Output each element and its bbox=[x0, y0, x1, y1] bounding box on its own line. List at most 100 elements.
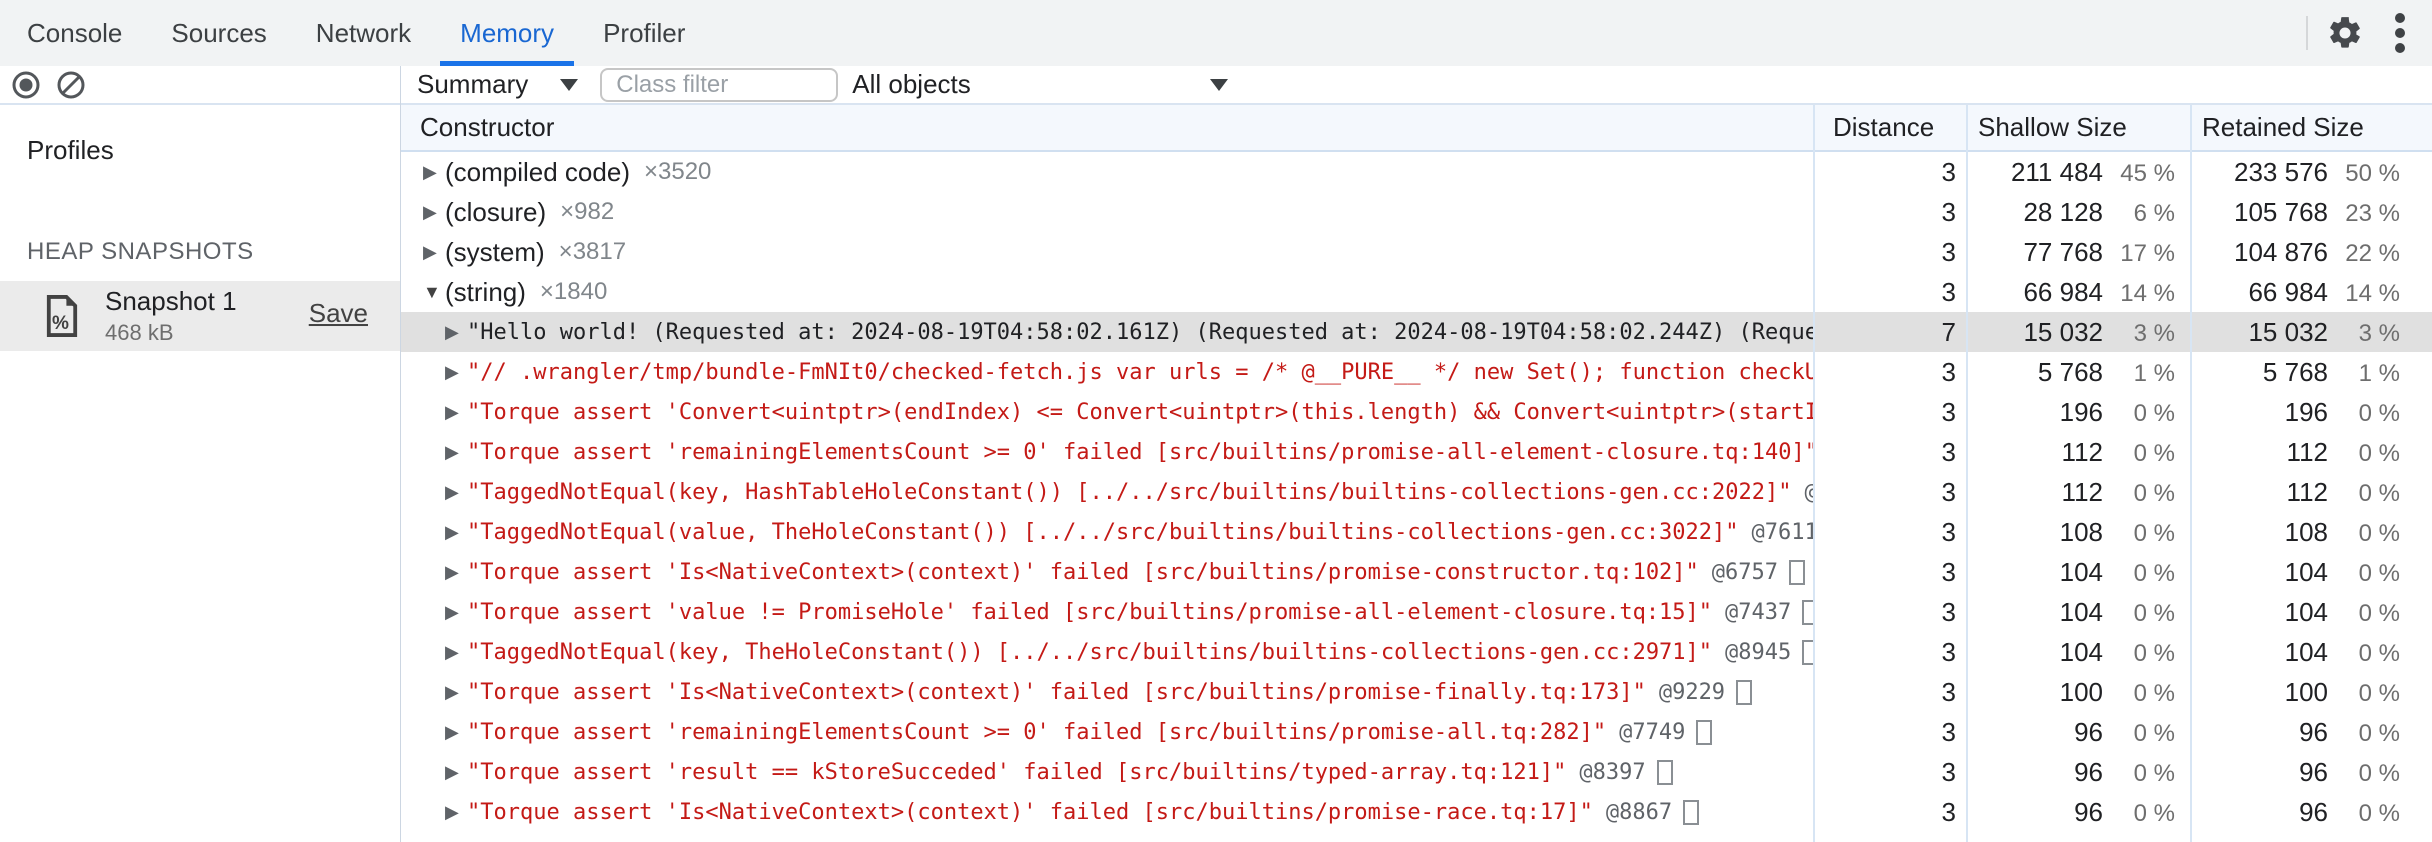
expand-triangle-icon[interactable]: ▶ bbox=[423, 163, 445, 181]
column-header-distance[interactable]: Distance bbox=[1813, 112, 1966, 143]
shallow-size-value: 211 484 bbox=[2010, 156, 2103, 187]
shallow-size-percent: 0 % bbox=[2133, 439, 2175, 467]
column-header-retained-size[interactable]: Retained Size bbox=[2190, 112, 2432, 143]
expand-triangle-icon[interactable]: ▶ bbox=[445, 323, 467, 341]
shallow-size-cell: 104 0 % bbox=[1966, 557, 2190, 588]
shallow-size-cell: 96 0 % bbox=[1966, 717, 2190, 748]
shallow-size-value: 96 bbox=[2074, 716, 2103, 747]
tab-sources[interactable]: Sources bbox=[149, 0, 288, 66]
shallow-size-value: 66 984 bbox=[2023, 276, 2103, 307]
expand-triangle-icon[interactable]: ▶ bbox=[423, 243, 445, 261]
retained-size-value: 104 bbox=[2284, 556, 2328, 587]
table-row[interactable]: ▶ "TaggedNotEqual(key, HashTableHoleConst… bbox=[401, 472, 2432, 512]
expand-triangle-icon[interactable]: ▶ bbox=[445, 603, 467, 621]
expand-triangle-icon[interactable]: ▶ bbox=[445, 723, 467, 741]
table-row[interactable]: ▼ (string) ×1840 3 66 984 14 % 66 984 14 % bbox=[401, 272, 2432, 312]
object-id: @7749 bbox=[1619, 719, 1686, 745]
settings-gear-icon[interactable] bbox=[2326, 14, 2364, 52]
tab-console[interactable]: Console bbox=[5, 0, 144, 66]
expand-triangle-icon[interactable]: ▶ bbox=[445, 403, 467, 421]
expand-triangle-icon[interactable]: ▶ bbox=[445, 523, 467, 541]
constructor-cell: ▶ "TaggedNotEqual(key, TheHoleConstant())… bbox=[401, 639, 1813, 665]
expand-triangle-icon[interactable]: ▶ bbox=[445, 483, 467, 501]
expand-triangle-icon[interactable]: ▶ bbox=[445, 643, 467, 661]
shallow-size-percent: 0 % bbox=[2133, 759, 2175, 787]
string-value: "TaggedNotEqual(key, TheHoleConstant()) … bbox=[467, 639, 1713, 665]
table-row[interactable]: ▶ "Hello world! (Requested at: 2024-08-19… bbox=[401, 312, 2432, 352]
shallow-size-cell: 77 768 17 % bbox=[1966, 237, 2190, 268]
missing-glyph-box bbox=[1696, 719, 1713, 745]
devtools-tabbar: Console Sources Network Memory Profiler bbox=[0, 0, 2432, 66]
table-row[interactable]: ▶ (compiled code) ×3520 3 211 484 45 % 233 576… bbox=[401, 152, 2432, 192]
save-snapshot-link[interactable]: Save bbox=[309, 298, 368, 329]
column-header-constructor[interactable]: Constructor bbox=[401, 112, 1813, 143]
table-row[interactable]: ▶ "TaggedNotEqual(value, TheHoleConstant(… bbox=[401, 512, 2432, 552]
shallow-size-value: 77 768 bbox=[2023, 236, 2103, 267]
record-heap-snapshot-button[interactable] bbox=[12, 71, 40, 99]
retained-size-value: 5 768 bbox=[2262, 356, 2328, 387]
expand-triangle-icon[interactable]: ▶ bbox=[445, 803, 467, 821]
table-row[interactable]: ▶ "Torque assert 'Is<NativeContext>(conte… bbox=[401, 792, 2432, 832]
table-row[interactable]: ▶ "Torque assert 'Is<NativeContext>(conte… bbox=[401, 672, 2432, 712]
expand-triangle-icon[interactable]: ▶ bbox=[423, 203, 445, 221]
class-filter-input[interactable] bbox=[600, 67, 839, 102]
objects-filter-select[interactable]: All objects bbox=[852, 69, 1244, 100]
expand-triangle-icon[interactable]: ▶ bbox=[445, 443, 467, 461]
expand-triangle-icon[interactable]: ▶ bbox=[445, 683, 467, 701]
retained-size-cell: 112 0 % bbox=[2190, 477, 2432, 508]
retained-size-value: 233 576 bbox=[2234, 156, 2328, 187]
string-value: "Torque assert 'result == kStoreSucceded… bbox=[467, 759, 1567, 785]
retained-size-cell: 104 0 % bbox=[2190, 557, 2432, 588]
retained-size-value: 108 bbox=[2284, 516, 2328, 547]
table-row[interactable]: ▶ (system) ×3817 3 77 768 17 % 104 876 22 % bbox=[401, 232, 2432, 272]
table-row[interactable]: ▶ "Torque assert 'value != PromiseHole' f… bbox=[401, 592, 2432, 632]
table-row[interactable]: ▶ "TaggedNotEqual(key, TheHoleConstant())… bbox=[401, 632, 2432, 672]
tab-sources-label: Sources bbox=[171, 17, 267, 48]
tab-network[interactable]: Network bbox=[294, 0, 433, 66]
grid-column-line bbox=[2190, 105, 2192, 842]
table-row[interactable]: ▶ "Torque assert 'result == kStoreSuccede… bbox=[401, 752, 2432, 792]
retained-size-value: 105 768 bbox=[2234, 196, 2328, 227]
retained-size-value: 100 bbox=[2284, 676, 2328, 707]
distance-cell: 3 bbox=[1941, 476, 1956, 507]
table-row[interactable]: ▶ "Torque assert 'remainingElementsCount … bbox=[401, 712, 2432, 752]
retained-size-value: 112 bbox=[2286, 436, 2328, 467]
expand-triangle-icon[interactable]: ▶ bbox=[445, 363, 467, 381]
expand-triangle-icon[interactable]: ▶ bbox=[445, 763, 467, 781]
table-row[interactable]: ▶ "Torque assert 'Convert<uintptr>(endInd… bbox=[401, 392, 2432, 432]
snapshot-size: 468 kB bbox=[105, 320, 174, 345]
distance-cell: 3 bbox=[1941, 556, 1956, 587]
constructor-cell: ▶ "Hello world! (Requested at: 2024-08-19… bbox=[401, 320, 1813, 345]
retained-size-cell: 233 576 50 % bbox=[2190, 157, 2432, 188]
tab-memory[interactable]: Memory bbox=[438, 0, 576, 66]
retained-size-value: 104 bbox=[2284, 636, 2328, 667]
shallow-size-cell: 5 768 1 % bbox=[1966, 357, 2190, 388]
shallow-size-cell: 211 484 45 % bbox=[1966, 157, 2190, 188]
expand-triangle-icon[interactable]: ▶ bbox=[445, 563, 467, 581]
collapse-triangle-icon[interactable]: ▼ bbox=[423, 283, 445, 301]
distance-cell: 7 bbox=[1941, 316, 1956, 347]
tab-profiler[interactable]: Profiler bbox=[581, 0, 707, 66]
objects-filter-value: All objects bbox=[852, 69, 971, 99]
column-header-shallow-size[interactable]: Shallow Size bbox=[1966, 112, 2190, 143]
table-row[interactable]: ▶ "Torque assert 'Is<NativeContext>(conte… bbox=[401, 552, 2432, 592]
retained-size-value: 104 bbox=[2284, 596, 2328, 627]
retained-size-percent: 23 % bbox=[2345, 199, 2400, 227]
shallow-size-cell: 96 0 % bbox=[1966, 757, 2190, 788]
missing-glyph-box bbox=[1789, 559, 1806, 585]
table-row[interactable]: ▶ "// .wrangler/tmp/bundle-FmNIt0/checked… bbox=[401, 352, 2432, 392]
more-vertical-kebab-icon[interactable] bbox=[2394, 10, 2406, 56]
perspective-select[interactable]: Summary bbox=[417, 69, 579, 100]
retained-size-cell: 104 0 % bbox=[2190, 637, 2432, 668]
tab-profiler-label: Profiler bbox=[603, 17, 686, 48]
snapshot-list-item[interactable]: % Snapshot 1 468 kB Save bbox=[0, 281, 400, 351]
string-value: "TaggedNotEqual(value, TheHoleConstant()… bbox=[467, 519, 1739, 545]
distance-cell: 3 bbox=[1941, 396, 1956, 427]
shallow-size-value: 104 bbox=[2059, 636, 2103, 667]
table-row[interactable]: ▶ (closure) ×982 3 28 128 6 % 105 768 23 % bbox=[401, 192, 2432, 232]
object-id: @7611 bbox=[1751, 519, 1813, 545]
retained-size-cell: 104 876 22 % bbox=[2190, 237, 2432, 268]
table-row[interactable]: ▶ "Torque assert 'remainingElementsCount … bbox=[401, 432, 2432, 472]
profiles-toolbar bbox=[0, 66, 400, 105]
clear-profiles-button[interactable] bbox=[57, 71, 85, 99]
